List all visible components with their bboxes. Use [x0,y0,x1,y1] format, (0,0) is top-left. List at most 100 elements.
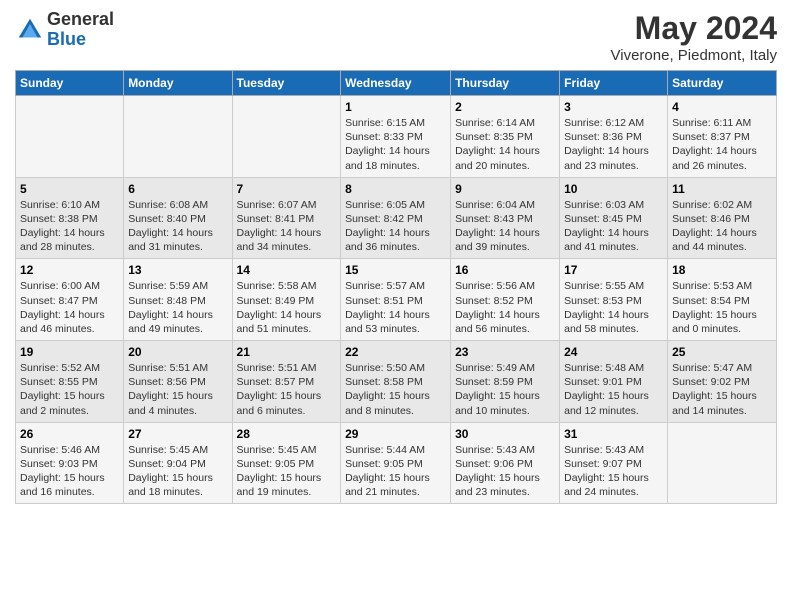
col-monday: Monday [124,71,232,96]
day-number-16: 16 [455,263,555,277]
calendar-body: 1 Sunrise: 6:15 AM Sunset: 8:33 PM Daylig… [16,96,777,504]
day-cell-w1d3: 1 Sunrise: 6:15 AM Sunset: 8:33 PM Daylig… [341,96,451,178]
day-info-18: Sunrise: 5:53 AM Sunset: 8:54 PM Dayligh… [672,279,772,336]
day-number-17: 17 [564,263,663,277]
day-cell-w1d0 [16,96,124,178]
day-number-2: 2 [455,100,555,114]
day-cell-w3d2: 14Sunrise: 5:58 AM Sunset: 8:49 PM Dayli… [232,259,341,341]
day-info-11: Sunrise: 6:02 AM Sunset: 8:46 PM Dayligh… [672,198,772,255]
day-info-10: Sunrise: 6:03 AM Sunset: 8:45 PM Dayligh… [564,198,663,255]
calendar-table: Sunday Monday Tuesday Wednesday Thursday… [15,70,777,504]
day-number-15: 15 [345,263,446,277]
day-cell-w3d0: 12 Sunrise: 6:00 AM Sunset: 8:47 PM Dayli… [16,259,124,341]
day-number-21: 21 [237,345,337,359]
day-cell-w5d3: 29 Sunrise: 5:44 AM Sunset: 9:05 PM Dayli… [341,422,451,504]
col-wednesday: Wednesday [341,71,451,96]
day-number-7: 7 [237,182,337,196]
day-info-21: Sunrise: 5:51 AM Sunset: 8:57 PM Dayligh… [237,361,337,418]
day-number-8: 8 [345,182,446,196]
day-cell-w1d1 [124,96,232,178]
day-number-6: 6 [128,182,227,196]
day-cell-w5d2: 28 Sunrise: 5:45 AM Sunset: 9:05 PM Dayli… [232,422,341,504]
day-number-13: 13 [128,263,227,277]
day-info-13: Sunrise: 5:59 AM Sunset: 8:48 PM Dayligh… [128,279,227,336]
day-info-23: Sunrise: 5:49 AM Sunset: 8:59 PM Dayligh… [455,361,555,418]
title-block: May 2024 Viverone, Piedmont, Italy [611,10,777,64]
day-number-26: 26 [20,427,119,441]
logo-text: General Blue [47,10,114,50]
day-info-19: Sunrise: 5:52 AM Sunset: 8:55 PM Dayligh… [20,361,119,418]
day-info-26: Sunrise: 5:46 AM Sunset: 9:03 PM Dayligh… [20,443,119,500]
day-number-18: 18 [672,263,772,277]
day-info-5: Sunrise: 6:10 AM Sunset: 8:38 PM Dayligh… [20,198,119,255]
day-cell-w2d1: 6Sunrise: 6:08 AM Sunset: 8:40 PM Daylig… [124,177,232,259]
day-number-28: 28 [237,427,337,441]
day-info-7: Sunrise: 6:07 AM Sunset: 8:41 PM Dayligh… [237,198,337,255]
week-row-3: 12 Sunrise: 6:00 AM Sunset: 8:47 PM Dayli… [16,259,777,341]
day-number-4: 4 [672,100,772,114]
day-cell-w2d3: 8Sunrise: 6:05 AM Sunset: 8:42 PM Daylig… [341,177,451,259]
day-info-17: Sunrise: 5:55 AM Sunset: 8:53 PM Dayligh… [564,279,663,336]
day-number-29: 29 [345,427,446,441]
day-info-12: Sunrise: 6:00 AM Sunset: 8:47 PM Dayligh… [20,279,119,336]
day-number-20: 20 [128,345,227,359]
day-info-24: Sunrise: 5:48 AM Sunset: 9:01 PM Dayligh… [564,361,663,418]
day-info-1: Sunrise: 6:15 AM Sunset: 8:33 PM Dayligh… [345,116,446,173]
day-info-22: Sunrise: 5:50 AM Sunset: 8:58 PM Dayligh… [345,361,446,418]
day-cell-w5d1: 27 Sunrise: 5:45 AM Sunset: 9:04 PM Dayli… [124,422,232,504]
day-number-9: 9 [455,182,555,196]
day-cell-w2d6: 11Sunrise: 6:02 AM Sunset: 8:46 PM Dayli… [668,177,777,259]
day-info-28: Sunrise: 5:45 AM Sunset: 9:05 PM Dayligh… [237,443,337,500]
day-cell-w1d2 [232,96,341,178]
day-info-2: Sunrise: 6:14 AM Sunset: 8:35 PM Dayligh… [455,116,555,173]
day-number-12: 12 [20,263,119,277]
day-cell-w1d5: 3Sunrise: 6:12 AM Sunset: 8:36 PM Daylig… [560,96,668,178]
day-info-27: Sunrise: 5:45 AM Sunset: 9:04 PM Dayligh… [128,443,227,500]
week-row-4: 19 Sunrise: 5:52 AM Sunset: 8:55 PM Dayli… [16,341,777,423]
day-info-31: Sunrise: 5:43 AM Sunset: 9:07 PM Dayligh… [564,443,663,500]
day-cell-w5d5: 31 Sunrise: 5:43 AM Sunset: 9:07 PM Dayli… [560,422,668,504]
day-info-9: Sunrise: 6:04 AM Sunset: 8:43 PM Dayligh… [455,198,555,255]
day-number-30: 30 [455,427,555,441]
day-info-29: Sunrise: 5:44 AM Sunset: 9:05 PM Dayligh… [345,443,446,500]
day-number-22: 22 [345,345,446,359]
day-cell-w2d5: 10 Sunrise: 6:03 AM Sunset: 8:45 PM Dayli… [560,177,668,259]
day-number-27: 27 [128,427,227,441]
header-row: Sunday Monday Tuesday Wednesday Thursday… [16,71,777,96]
day-cell-w2d2: 7 Sunrise: 6:07 AM Sunset: 8:41 PM Daylig… [232,177,341,259]
day-info-20: Sunrise: 5:51 AM Sunset: 8:56 PM Dayligh… [128,361,227,418]
day-info-4: Sunrise: 6:11 AM Sunset: 8:37 PM Dayligh… [672,116,772,173]
day-number-1: 1 [345,100,446,114]
day-number-25: 25 [672,345,772,359]
week-row-1: 1 Sunrise: 6:15 AM Sunset: 8:33 PM Daylig… [16,96,777,178]
day-info-3: Sunrise: 6:12 AM Sunset: 8:36 PM Dayligh… [564,116,663,173]
day-number-24: 24 [564,345,663,359]
week-row-2: 5 Sunrise: 6:10 AM Sunset: 8:38 PM Daylig… [16,177,777,259]
day-cell-w1d6: 4 Sunrise: 6:11 AM Sunset: 8:37 PM Daylig… [668,96,777,178]
col-saturday: Saturday [668,71,777,96]
day-cell-w4d4: 23 Sunrise: 5:49 AM Sunset: 8:59 PM Dayli… [451,341,560,423]
day-cell-w4d1: 20 Sunrise: 5:51 AM Sunset: 8:56 PM Dayli… [124,341,232,423]
page: General Blue May 2024 Viverone, Piedmont… [0,0,792,612]
day-info-15: Sunrise: 5:57 AM Sunset: 8:51 PM Dayligh… [345,279,446,336]
col-sunday: Sunday [16,71,124,96]
day-cell-w3d3: 15 Sunrise: 5:57 AM Sunset: 8:51 PM Dayli… [341,259,451,341]
day-number-31: 31 [564,427,663,441]
day-cell-w3d1: 13 Sunrise: 5:59 AM Sunset: 8:48 PM Dayli… [124,259,232,341]
day-cell-w4d2: 21 Sunrise: 5:51 AM Sunset: 8:57 PM Dayli… [232,341,341,423]
day-number-23: 23 [455,345,555,359]
header: General Blue May 2024 Viverone, Piedmont… [15,10,777,64]
day-cell-w5d0: 26 Sunrise: 5:46 AM Sunset: 9:03 PM Dayli… [16,422,124,504]
day-cell-w5d6 [668,422,777,504]
week-row-5: 26 Sunrise: 5:46 AM Sunset: 9:03 PM Dayli… [16,422,777,504]
day-number-5: 5 [20,182,119,196]
day-cell-w1d4: 2 Sunrise: 6:14 AM Sunset: 8:35 PM Daylig… [451,96,560,178]
logo-blue: Blue [47,30,114,50]
day-number-10: 10 [564,182,663,196]
day-cell-w3d5: 17 Sunrise: 5:55 AM Sunset: 8:53 PM Dayli… [560,259,668,341]
day-cell-w5d4: 30Sunrise: 5:43 AM Sunset: 9:06 PM Dayli… [451,422,560,504]
day-info-25: Sunrise: 5:47 AM Sunset: 9:02 PM Dayligh… [672,361,772,418]
day-cell-w4d3: 22 Sunrise: 5:50 AM Sunset: 8:58 PM Dayli… [341,341,451,423]
day-number-19: 19 [20,345,119,359]
subtitle: Viverone, Piedmont, Italy [611,47,777,64]
